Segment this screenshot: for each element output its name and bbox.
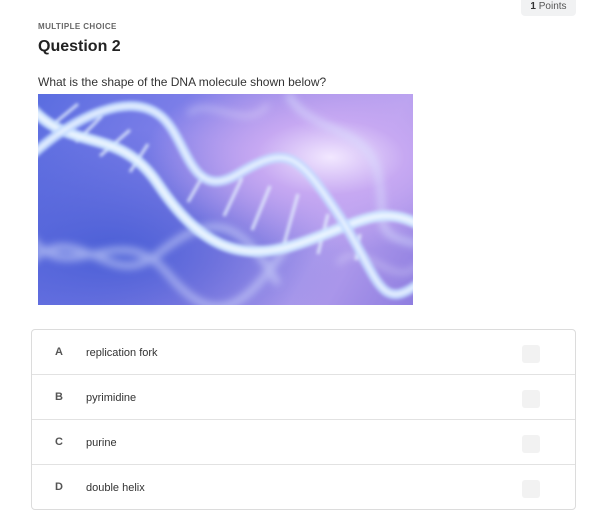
answer-letter: A xyxy=(55,346,63,358)
answer-option-a[interactable]: A replication fork xyxy=(32,330,575,375)
answer-list: A replication fork B pyrimidine C purine… xyxy=(31,329,576,510)
answer-option-c[interactable]: C purine xyxy=(32,420,575,465)
dna-image xyxy=(38,94,413,305)
answer-text: purine xyxy=(86,437,117,449)
points-label: Points xyxy=(538,1,567,12)
answer-option-b[interactable]: B pyrimidine xyxy=(32,375,575,420)
answer-checkbox[interactable] xyxy=(522,390,540,408)
answer-checkbox[interactable] xyxy=(522,345,540,363)
answer-checkbox[interactable] xyxy=(522,480,540,498)
answer-letter: D xyxy=(55,481,63,493)
answer-option-d[interactable]: D double helix xyxy=(32,465,575,510)
answer-text: pyrimidine xyxy=(86,392,137,404)
question-prompt: What is the shape of the DNA molecule sh… xyxy=(38,75,327,89)
answer-text: replication fork xyxy=(86,347,158,359)
answer-letter: B xyxy=(55,391,63,403)
question-title: Question 2 xyxy=(38,38,121,55)
answer-checkbox[interactable] xyxy=(522,435,540,453)
points-badge: 1 Points xyxy=(521,0,576,16)
answer-letter: C xyxy=(55,436,63,448)
question-type-label: MULTIPLE CHOICE xyxy=(38,22,117,31)
answer-text: double helix xyxy=(86,482,145,494)
dna-helix-illustration xyxy=(38,94,413,305)
points-count: 1 xyxy=(530,1,536,12)
